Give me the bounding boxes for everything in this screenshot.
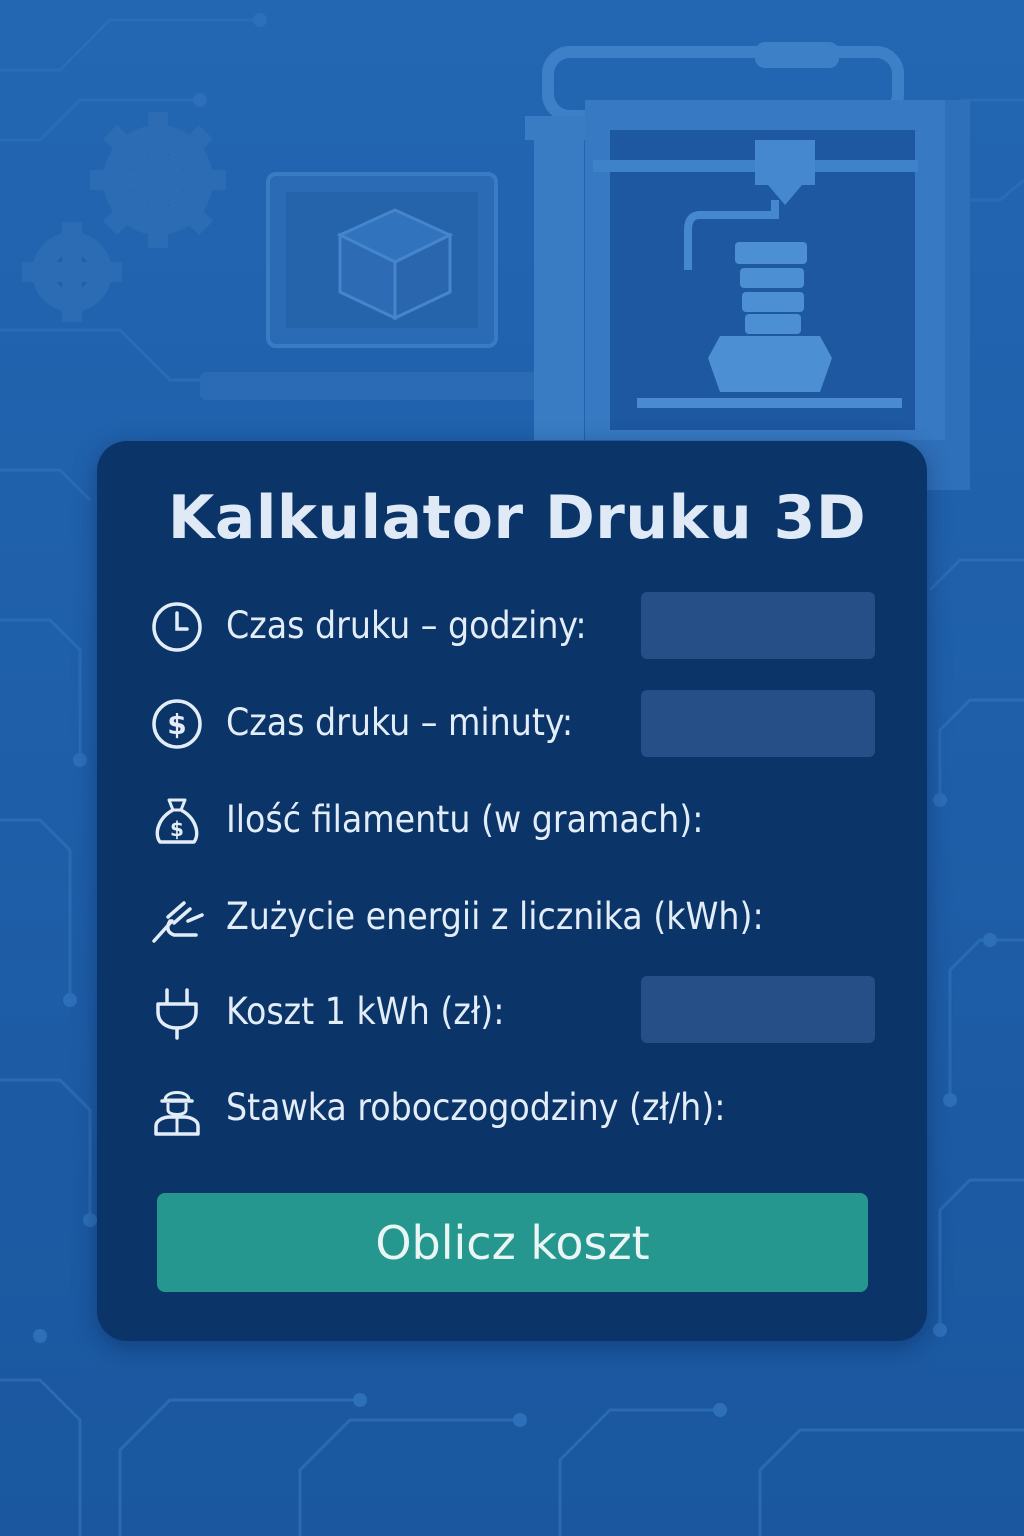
svg-text:$: $ [170, 817, 184, 841]
clock-icon [152, 602, 202, 652]
dollar-coin-icon: $ [152, 699, 202, 749]
kwh-cost-label: Koszt 1 kWh (zł): [226, 990, 505, 1033]
plug-icon [156, 988, 198, 1040]
worker-icon [154, 1091, 200, 1136]
page-title: Kalkulator Druku 3D [167, 483, 867, 553]
filament-label: Ilość filamentu (w gramach): [226, 798, 704, 841]
energy-meter-icon [152, 901, 204, 943]
money-bag-icon: $ [155, 798, 199, 844]
energy-label: Zużycie energii z licznika (kWh): [226, 895, 764, 938]
calculate-button[interactable]: Oblicz koszt [157, 1193, 868, 1292]
hours-input[interactable] [641, 592, 875, 659]
minutes-input[interactable] [641, 690, 875, 757]
kwh-cost-input[interactable] [641, 976, 875, 1043]
hours-label: Czas druku – godziny: [226, 604, 587, 647]
svg-text:$: $ [167, 708, 186, 741]
labor-rate-label: Stawka roboczogodziny (zł/h): [226, 1086, 726, 1129]
minutes-label: Czas druku – minuty: [226, 701, 574, 744]
